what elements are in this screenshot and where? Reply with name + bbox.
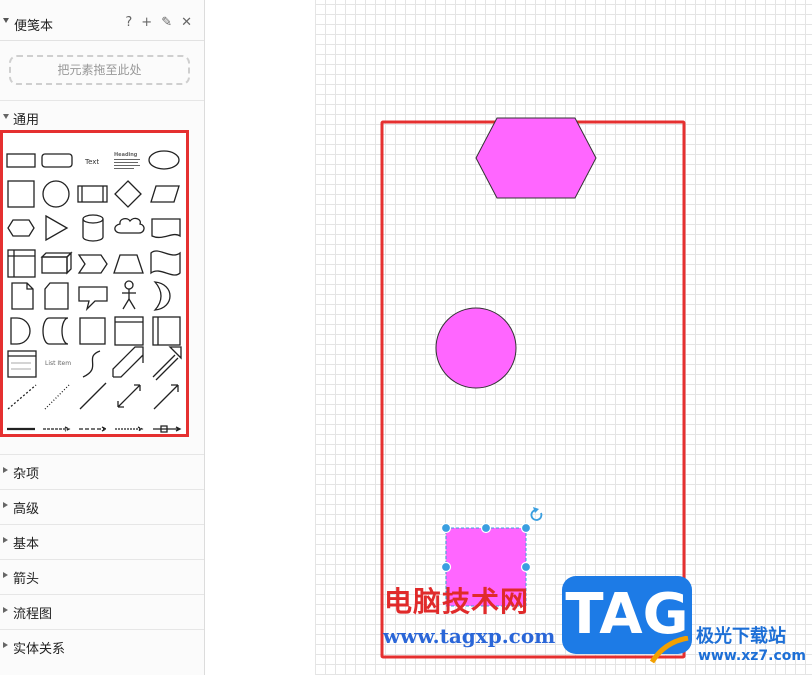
circle-node[interactable] <box>435 307 517 389</box>
resize-handle-top[interactable] <box>480 522 492 534</box>
resize-handle-left[interactable] <box>440 561 452 573</box>
hexagon-node[interactable] <box>475 117 597 199</box>
resize-handle-right[interactable] <box>520 561 532 573</box>
watermark-swoosh-icon <box>650 636 689 664</box>
watermark-site-url: www.tagxp.com <box>383 624 556 648</box>
watermark-site-name: 电脑技术网 <box>384 585 530 618</box>
canvas-overlay <box>380 117 686 659</box>
resize-handle-top-right[interactable] <box>520 522 532 534</box>
watermark-brand-url: www.xz7.com <box>698 648 806 664</box>
rotate-handle-icon[interactable] <box>530 507 543 521</box>
watermark-brand: 极光下载站 <box>696 626 786 647</box>
resize-handle-top-left[interactable] <box>440 522 452 534</box>
